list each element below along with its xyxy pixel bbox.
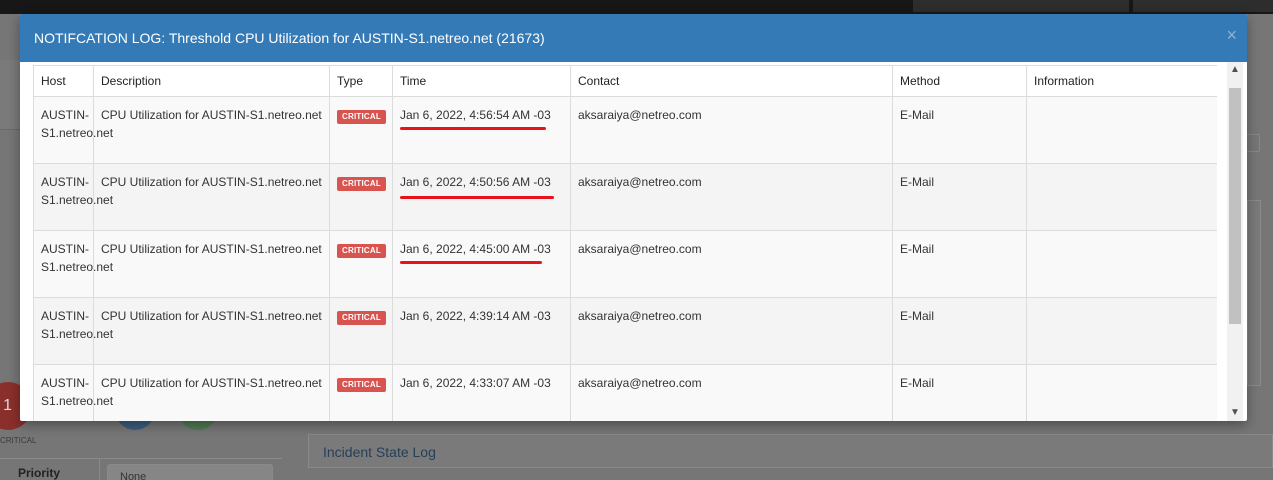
table-row: AUSTIN-S1.netreo.net CPU Utilization for… [33, 364, 1217, 421]
type-cell: CRITICAL [329, 96, 393, 164]
time-value: Jan 6, 2022, 4:45:00 AM -03 [400, 242, 551, 256]
close-icon[interactable]: × [1226, 26, 1237, 44]
type-cell: CRITICAL [329, 364, 393, 421]
column-header-description[interactable]: Description [93, 65, 330, 97]
priority-select[interactable]: None [107, 464, 273, 480]
column-header-type[interactable]: Type [329, 65, 393, 97]
column-header-information[interactable]: Information [1026, 65, 1217, 97]
time-cell: Jan 6, 2022, 4:45:00 AM -03 [392, 230, 571, 298]
table-row: AUSTIN-S1.netreo.net CPU Utilization for… [33, 297, 1217, 365]
information-cell [1026, 163, 1217, 231]
type-cell: CRITICAL [329, 230, 393, 298]
description-cell: CPU Utilization for AUSTIN-S1.netreo.net [93, 364, 330, 421]
description-cell: CPU Utilization for AUSTIN-S1.netreo.net [93, 297, 330, 365]
notification-table-container: Host Description Type Time Contact Metho… [33, 65, 1217, 421]
contact-cell: aksaraiya@netreo.com [570, 230, 893, 298]
information-cell [1026, 96, 1217, 164]
information-cell [1026, 230, 1217, 298]
modal-header: NOTIFCATION LOG: Threshold CPU Utilizati… [20, 14, 1247, 62]
scrollbar-thumb[interactable] [1229, 88, 1241, 324]
method-cell: E-Mail [892, 230, 1027, 298]
background-header-strip [0, 60, 20, 130]
top-bar-panel-right [1133, 0, 1273, 12]
red-underline-annotation [400, 196, 554, 199]
critical-badge: CRITICAL [337, 244, 386, 258]
contact-cell: aksaraiya@netreo.com [570, 163, 893, 231]
incident-state-log-title[interactable]: Incident State Log [323, 444, 436, 460]
description-cell: CPU Utilization for AUSTIN-S1.netreo.net [93, 96, 330, 164]
contact-cell: aksaraiya@netreo.com [570, 364, 893, 421]
time-cell: Jan 6, 2022, 4:56:54 AM -03 [392, 96, 571, 164]
type-cell: CRITICAL [329, 163, 393, 231]
table-row: AUSTIN-S1.netreo.net CPU Utilization for… [33, 96, 1217, 164]
column-header-contact[interactable]: Contact [570, 65, 893, 97]
time-value: Jan 6, 2022, 4:50:56 AM -03 [400, 175, 551, 189]
critical-badge: CRITICAL [337, 311, 386, 325]
modal-body: Host Description Type Time Contact Metho… [20, 62, 1247, 421]
chevron-up-icon[interactable]: ▲ [1227, 62, 1243, 78]
host-cell: AUSTIN-S1.netreo.net [33, 230, 113, 298]
column-header-host[interactable]: Host [33, 65, 94, 97]
time-value: Jan 6, 2022, 4:56:54 AM -03 [400, 108, 551, 122]
time-cell: Jan 6, 2022, 4:33:07 AM -03 [392, 364, 571, 421]
priority-divider [99, 458, 100, 480]
description-cell: CPU Utilization for AUSTIN-S1.netreo.net [93, 230, 330, 298]
red-underline-annotation [400, 127, 546, 130]
priority-label: Priority [18, 466, 61, 480]
critical-count: 1 [3, 397, 12, 414]
host-cell: AUSTIN-S1.netreo.net [33, 297, 113, 365]
notification-table: Host Description Type Time Contact Metho… [33, 65, 1217, 421]
contact-cell: aksaraiya@netreo.com [570, 297, 893, 365]
notification-log-modal: NOTIFCATION LOG: Threshold CPU Utilizati… [20, 14, 1247, 421]
column-header-time[interactable]: Time [392, 65, 571, 97]
column-header-method[interactable]: Method [892, 65, 1027, 97]
host-cell: AUSTIN-S1.netreo.net [33, 96, 113, 164]
type-cell: CRITICAL [329, 297, 393, 365]
incident-state-log-panel[interactable] [308, 434, 1273, 468]
table-header-row: Host Description Type Time Contact Metho… [33, 65, 1217, 97]
information-cell [1026, 297, 1217, 365]
method-cell: E-Mail [892, 297, 1027, 365]
time-value: Jan 6, 2022, 4:33:07 AM -03 [400, 376, 551, 390]
red-underline-annotation [400, 261, 542, 264]
time-cell: Jan 6, 2022, 4:50:56 AM -03 [392, 163, 571, 231]
table-row: AUSTIN-S1.netreo.net CPU Utilization for… [33, 230, 1217, 298]
table-row: AUSTIN-S1.netreo.net CPU Utilization for… [33, 163, 1217, 231]
method-cell: E-Mail [892, 96, 1027, 164]
time-value: Jan 6, 2022, 4:39:14 AM -03 [400, 309, 551, 323]
critical-badge: CRITICAL [337, 110, 386, 124]
host-cell: AUSTIN-S1.netreo.net [33, 364, 113, 421]
background-panel [1247, 200, 1261, 386]
vertical-scrollbar[interactable]: ▲ ▼ [1227, 62, 1243, 421]
host-cell: AUSTIN-S1.netreo.net [33, 163, 113, 231]
method-cell: E-Mail [892, 163, 1027, 231]
contact-cell: aksaraiya@netreo.com [570, 96, 893, 164]
critical-badge: CRITICAL [337, 378, 386, 392]
information-cell [1026, 364, 1217, 421]
top-bar-panel [913, 0, 1129, 12]
description-cell: CPU Utilization for AUSTIN-S1.netreo.net [93, 163, 330, 231]
modal-title: NOTIFCATION LOG: Threshold CPU Utilizati… [34, 30, 545, 46]
critical-badge: CRITICAL [337, 177, 386, 191]
critical-count-label: CRITICAL [0, 436, 37, 445]
chevron-down-icon[interactable]: ▼ [1227, 405, 1243, 421]
time-cell: Jan 6, 2022, 4:39:14 AM -03 [392, 297, 571, 365]
method-cell: E-Mail [892, 364, 1027, 421]
